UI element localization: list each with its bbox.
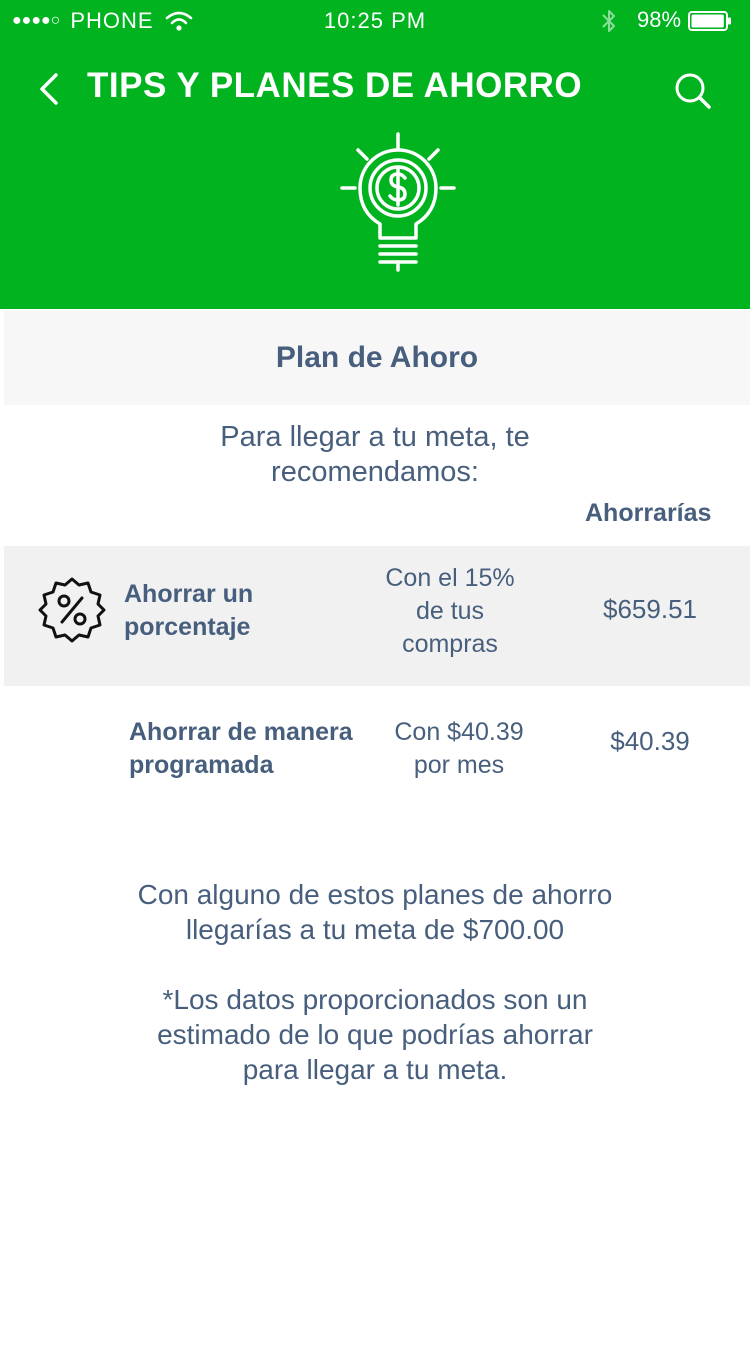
intro-text: Para llegar a tu meta, te recomendamos:: [0, 420, 750, 490]
disclaimer-note: *Los datos proporcionados son un estimad…: [157, 984, 593, 1085]
plan-row-scheduled[interactable]: Ahorrar de manera programada Con $40.39 …: [4, 700, 750, 800]
plan-title-band: Plan de Ahoro: [4, 311, 750, 405]
nav-bar: TIPS Y PLANES DE AHORRO: [0, 58, 750, 118]
percent-badge-icon: [38, 577, 106, 643]
status-bar: ●●●●○ PHONE 10:25 PM 98%: [0, 0, 750, 40]
bluetooth-icon: [602, 10, 615, 32]
summary-text: Con alguno de estos planes de ahorro lle…: [137, 879, 613, 945]
battery-percent: 98%: [637, 7, 682, 32]
plan-amount: $659.51: [603, 594, 697, 624]
search-button[interactable]: [672, 70, 712, 110]
plan-description: Con $40.39 por mes: [394, 718, 524, 779]
plan-row-percentage[interactable]: Ahorrar un porcentaje Con el 15% de tus …: [4, 546, 750, 686]
plan-name: Ahorrar de manera programada: [129, 718, 353, 779]
plan-title: Plan de Ahoro: [275, 341, 479, 374]
plan-amount: $40.39: [610, 726, 690, 756]
intro-line: Para llegar a tu meta, te: [220, 421, 530, 453]
back-button[interactable]: [36, 72, 62, 106]
plan-name: Ahorrar un porcentaje: [124, 580, 254, 641]
battery-icon: [688, 11, 731, 31]
page-title: TIPS Y PLANES DE AHORRO: [87, 66, 583, 105]
plan-description: Con el 15% de tus compras: [385, 564, 515, 658]
intro-line: recomendamos:: [271, 456, 479, 488]
lightbulb-dollar-icon: [340, 132, 456, 272]
savings-column-header: Ahorrarías: [585, 499, 712, 527]
app-header: ●●●●○ PHONE 10:25 PM 98% TIPS Y PLANES D…: [0, 0, 750, 309]
